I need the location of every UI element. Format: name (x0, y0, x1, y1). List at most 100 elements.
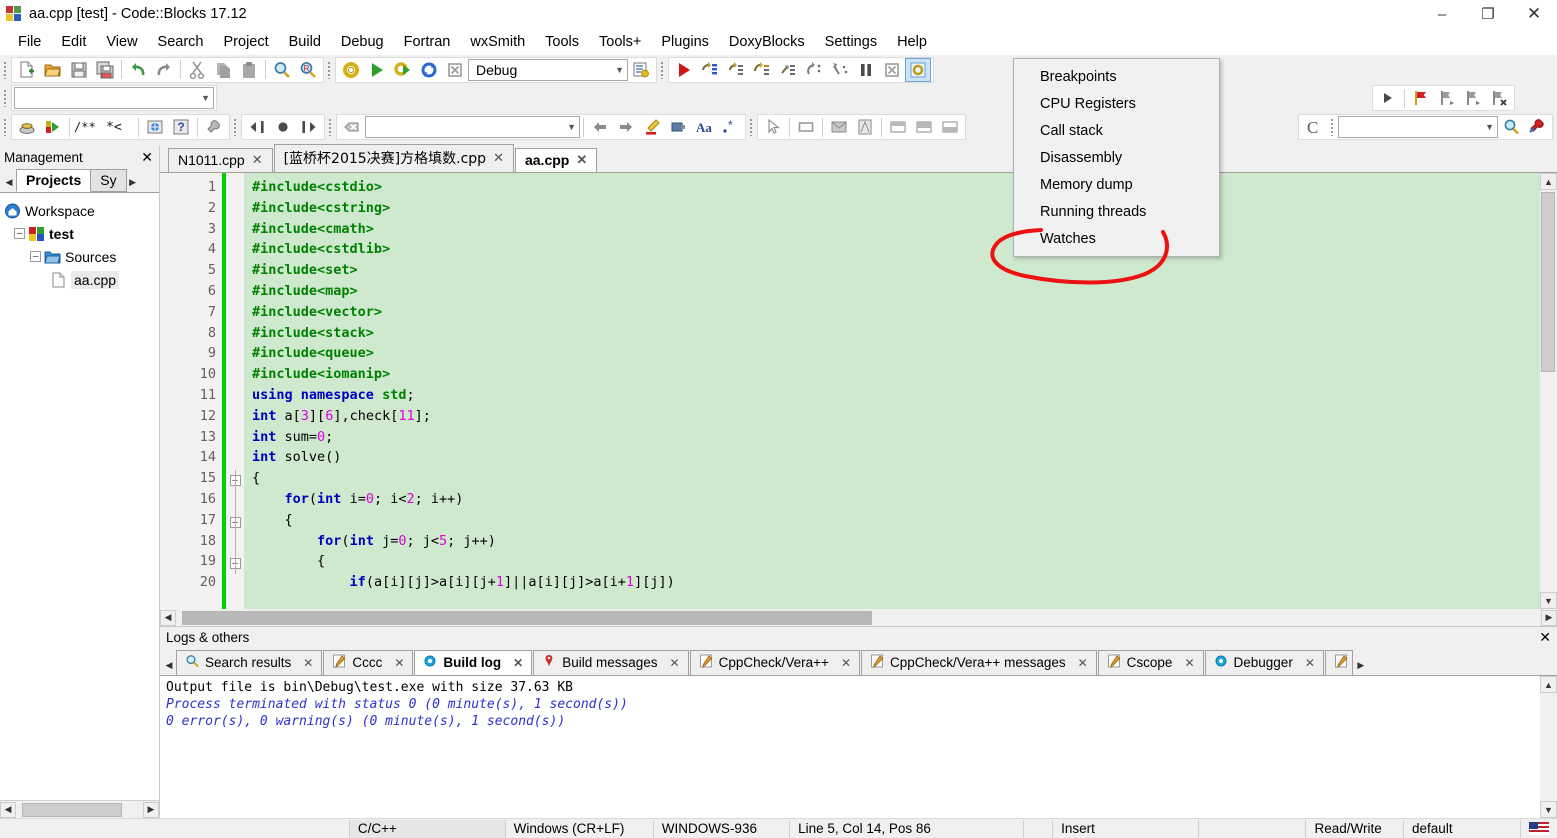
run-to-cursor-icon[interactable] (40, 115, 66, 139)
close-icon[interactable]: ✕ (1078, 656, 1088, 670)
code-line[interactable]: #include<cmath> (244, 221, 1540, 242)
toolbar-grip[interactable] (1329, 116, 1336, 138)
toolbar-grip[interactable] (2, 59, 9, 81)
scroll-down-icon[interactable]: ▼ (1540, 592, 1557, 609)
menu-help[interactable]: Help (887, 31, 937, 53)
next-instruction-icon[interactable] (749, 58, 775, 82)
symbol-combo[interactable]: ▼ (14, 87, 214, 109)
toolbar-grip[interactable] (659, 59, 666, 81)
logs-tab-build-messages[interactable]: Build messages ✕ (533, 650, 689, 675)
layout-right-icon[interactable] (911, 115, 937, 139)
code-line[interactable]: int sum=0; (244, 429, 1540, 450)
logs-tab-cscope[interactable]: Cscope ✕ (1097, 650, 1204, 675)
code-line[interactable]: #include<vector> (244, 304, 1540, 325)
logs-tabs-prev-icon[interactable]: ◀ (162, 655, 176, 675)
next-line-icon[interactable] (697, 58, 723, 82)
logs-tab-cppcheck-vera-messages[interactable]: CppCheck/Vera++ messages ✕ (861, 650, 1097, 675)
build-icon[interactable] (338, 58, 364, 82)
scroll-left-icon[interactable]: ◀ (0, 801, 16, 818)
menu-item-watches[interactable]: Watches (1014, 225, 1219, 252)
frame-icon[interactable] (852, 115, 878, 139)
close-icon[interactable]: ✕ (841, 656, 851, 670)
close-icon[interactable]: ✕ (670, 656, 680, 670)
log-vscrollbar[interactable]: ▲ ▼ (1540, 676, 1557, 818)
menu-wxsmith[interactable]: wxSmith (460, 31, 535, 53)
menu-build[interactable]: Build (279, 31, 331, 53)
tree-item-workspace[interactable]: Workspace (4, 199, 159, 222)
clear-search-icon[interactable] (339, 115, 365, 139)
menu-item-cpu-registers[interactable]: CPU Registers (1014, 90, 1219, 117)
code-line[interactable]: { (244, 553, 1540, 574)
toolbar-grip[interactable] (2, 116, 9, 138)
menu-item-disassembly[interactable]: Disassembly (1014, 144, 1219, 171)
toolbar-grip[interactable] (232, 116, 239, 138)
management-tabs-next-icon[interactable]: ▶ (126, 172, 140, 192)
bookmark-play-icon[interactable] (1375, 86, 1401, 110)
maximize-button[interactable]: ❐ (1465, 0, 1511, 28)
toolbar-grip[interactable] (327, 116, 334, 138)
code-line[interactable]: #include<stack> (244, 325, 1540, 346)
regex-icon[interactable]: * (717, 115, 743, 139)
paste-icon[interactable] (236, 58, 262, 82)
code-line[interactable]: #include<queue> (244, 345, 1540, 366)
code-line[interactable]: #include<map> (244, 283, 1540, 304)
rebuild-icon[interactable] (416, 58, 442, 82)
doxyblocks-comment-icon[interactable]: /** (73, 115, 105, 139)
code-line[interactable]: #include<cstring> (244, 200, 1540, 221)
logs-tab-search-results[interactable]: Search results ✕ (176, 650, 323, 675)
step-into-instruction-icon[interactable] (775, 58, 801, 82)
minimize-button[interactable]: – (1419, 0, 1465, 28)
code-line[interactable]: for(int j=0; j<5; j++) (244, 533, 1540, 554)
compile-icon[interactable] (14, 115, 40, 139)
scroll-left-icon[interactable]: ◀ (160, 609, 176, 626)
abort-icon[interactable] (442, 58, 468, 82)
code-line[interactable]: { (244, 512, 1540, 533)
tree-item-test[interactable]: – test (4, 222, 159, 245)
run-icon[interactable] (364, 58, 390, 82)
management-close-icon[interactable]: ✕ (141, 149, 153, 166)
toolbar-grip[interactable] (2, 87, 9, 109)
scroll-track[interactable] (16, 801, 143, 818)
menu-settings[interactable]: Settings (815, 31, 887, 53)
close-icon[interactable]: ✕ (252, 152, 263, 168)
management-hscrollbar[interactable]: ◀ ▶ (0, 800, 159, 818)
code-text-area[interactable]: #include<cstdio> #include<cstring> #includ… (244, 173, 1540, 609)
debugging-windows-icon[interactable] (905, 57, 931, 82)
forward-icon[interactable] (296, 115, 322, 139)
tab-projects[interactable]: Projects (16, 169, 92, 192)
scroll-right-icon[interactable]: ▶ (1541, 609, 1557, 626)
menu-search[interactable]: Search (148, 31, 214, 53)
menu-item-call-stack[interactable]: Call stack (1014, 117, 1219, 144)
scroll-track[interactable] (1540, 190, 1557, 592)
new-file-icon[interactable] (14, 58, 40, 82)
clear-bookmarks-icon[interactable] (1486, 86, 1512, 110)
editor-hscrollbar[interactable]: ◀ ▶ (160, 609, 1557, 626)
scroll-track[interactable] (1540, 693, 1557, 801)
menu-plugins[interactable]: Plugins (651, 31, 719, 53)
tree-item-sources[interactable]: – Sources (4, 245, 159, 268)
logs-tab-cccc[interactable]: Cccc ✕ (323, 650, 414, 675)
menu-item-running-threads[interactable]: Running threads (1014, 198, 1219, 225)
doxyblocks-run-icon[interactable] (142, 115, 168, 139)
prev-bookmark-icon[interactable] (1434, 86, 1460, 110)
open-file-icon[interactable] (40, 58, 66, 82)
expander-icon[interactable]: – (14, 228, 25, 239)
tree-item-aa-cpp[interactable]: aa.cpp (4, 268, 159, 291)
home-icon[interactable] (270, 115, 296, 139)
next-bookmark-icon[interactable] (1460, 86, 1486, 110)
code-line[interactable]: if(a[i][j]>a[i][j+1]||a[i][j]>a[i+1][j]) (244, 574, 1540, 595)
close-icon[interactable]: ✕ (513, 656, 523, 670)
font-icon[interactable]: Aa (691, 115, 717, 139)
cscope-settings-icon[interactable] (1524, 115, 1550, 139)
cscope-search-icon[interactable] (1498, 115, 1524, 139)
code-folding-column[interactable]: ––– (226, 173, 244, 609)
dialog-icon[interactable] (826, 115, 852, 139)
insert-icon[interactable] (665, 115, 691, 139)
toolbar-grip[interactable] (748, 116, 755, 138)
debug-continue-icon[interactable] (671, 58, 697, 82)
layout-bottom-icon[interactable] (937, 115, 963, 139)
menu-item-breakpoints[interactable]: Breakpoints (1014, 63, 1219, 90)
close-icon[interactable]: ✕ (1305, 656, 1315, 670)
scroll-thumb[interactable] (182, 610, 872, 625)
redo-icon[interactable] (151, 58, 177, 82)
